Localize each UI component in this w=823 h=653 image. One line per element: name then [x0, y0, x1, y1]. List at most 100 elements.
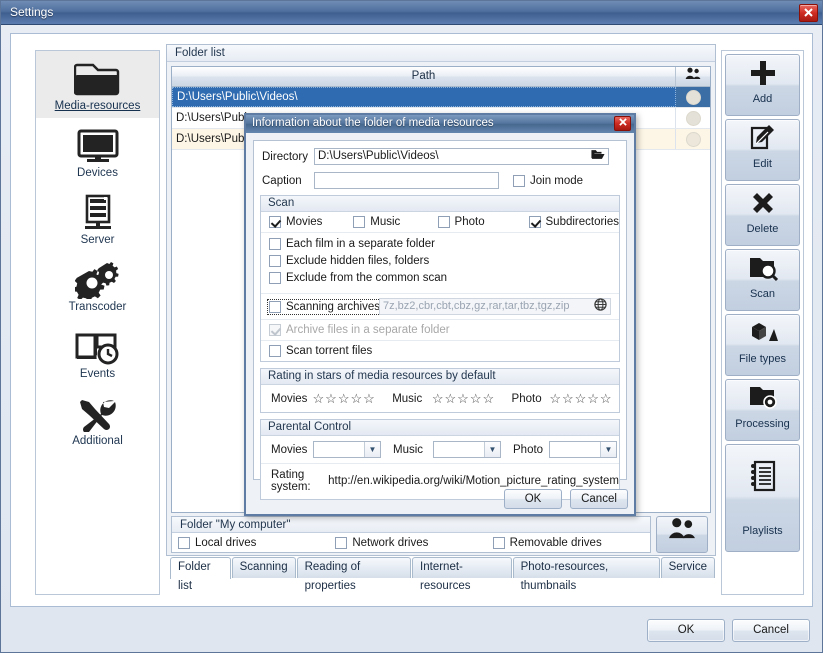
parental-select-music[interactable]: ▼ [433, 441, 501, 458]
tab-photo-resources-thumbnails[interactable]: Photo-resources, thumbnails [512, 557, 660, 592]
scan-group: Scan Movies Music Photo Subdirectories E… [260, 195, 620, 362]
scan-button[interactable]: Scan [725, 249, 800, 311]
table-row[interactable]: D:\Users\Public\Videos\ [172, 87, 710, 108]
tab-scanning[interactable]: Scanning [231, 557, 296, 578]
dialog-ok-button[interactable]: OK [504, 489, 562, 509]
sidebar-item-server[interactable]: Server [36, 185, 159, 252]
rating-stars-photo[interactable]: ☆☆☆☆☆ [545, 390, 619, 407]
rating-stars-movies[interactable]: ☆☆☆☆☆ [308, 390, 383, 407]
drives-row: Local drives Network drives Removable dr… [172, 533, 650, 552]
file-types-button[interactable]: File types [725, 314, 800, 376]
open-folder-icon[interactable] [591, 148, 605, 165]
rating-row: Movies ☆☆☆☆☆ Music ☆☆☆☆☆ Photo ☆☆☆☆☆ [261, 385, 619, 412]
checkbox-movies[interactable]: Movies [269, 216, 353, 228]
parental-caption: Parental Control [261, 420, 619, 436]
my-computer-caption: Folder "My computer" [172, 517, 650, 533]
checkbox-box [269, 238, 281, 250]
window-title: Settings [10, 5, 54, 19]
parental-label-movies: Movies [271, 443, 308, 456]
processing-button[interactable]: Processing [725, 379, 800, 441]
people-icon[interactable] [676, 67, 710, 86]
rating-stars-music[interactable]: ☆☆☆☆☆ [427, 390, 502, 407]
caption-label: Caption [262, 174, 302, 187]
checkbox-removable-drives[interactable]: Removable drives [492, 537, 650, 552]
checkbox-box [269, 345, 281, 357]
checkbox-scanning-archives[interactable]: Scanning archives [267, 298, 381, 315]
tools-icon [36, 394, 159, 434]
column-header-path[interactable]: Path [172, 67, 676, 86]
parental-select-movies[interactable]: ▼ [313, 441, 381, 458]
rating-label-music: Music [392, 392, 423, 405]
rating-label-movies: Movies [271, 392, 308, 405]
sidebar-item-label: Additional [72, 435, 123, 447]
tab-folder-list[interactable]: Folder list [170, 557, 231, 592]
playlists-button[interactable]: Playlists [725, 444, 800, 552]
checkbox-label: Exclude hidden files, folders [286, 255, 430, 267]
add-button[interactable]: Add [725, 54, 800, 116]
tab-service[interactable]: Service [660, 557, 715, 578]
tab-internet-resources[interactable]: Internet-resources [412, 557, 512, 592]
sidebar-item-transcoder[interactable]: Transcoder [36, 252, 159, 319]
checkbox-label: Local drives [195, 537, 257, 549]
sidebar-item-label: Server [80, 234, 115, 246]
parental-control-group: Parental Control Movies ▼ Music ▼ Photo … [260, 419, 620, 500]
edit-button[interactable]: Edit [725, 119, 800, 181]
folder-icon [36, 59, 159, 99]
gears-icon [36, 260, 159, 302]
checkbox-exclude-common-scan[interactable]: Exclude from the common scan [269, 272, 447, 284]
checkbox-scan-torrent-files[interactable]: Scan torrent files [269, 345, 372, 357]
archive-extensions-value: 7z,bz2,cbr,cbt,cbz,gz,rar,tar,tbz,tgz,zi… [383, 300, 570, 312]
checkbox-music[interactable]: Music [353, 216, 437, 228]
playlist-icon [726, 445, 799, 525]
parental-select-photo[interactable]: ▼ [549, 441, 617, 458]
book-clock-icon [36, 327, 159, 367]
rating-system-url[interactable]: http://en.wikipedia.org/wiki/Motion_pict… [328, 475, 619, 487]
row-status-dot[interactable] [676, 108, 710, 128]
button-label: Scan [749, 288, 776, 300]
checkbox-label: Join mode [530, 174, 584, 187]
ok-button[interactable]: OK [647, 619, 725, 642]
tab-reading-of-properties[interactable]: Reading of properties [296, 557, 412, 592]
window-close-button[interactable] [799, 4, 818, 22]
join-mode-checkbox[interactable]: Join mode [513, 174, 584, 187]
caption-row: Caption Join mode [262, 172, 626, 189]
rating-system-label: Rating system: [271, 469, 311, 493]
checkbox-local-drives[interactable]: Local drives [178, 537, 335, 552]
checkbox-subdirectories[interactable]: Subdirectories [528, 216, 619, 228]
sidebar-item-media-resources[interactable]: Media-resources [36, 51, 159, 118]
checkbox-each-film-separate-folder[interactable]: Each film in a separate folder [269, 238, 435, 250]
checkbox-label: Scanning archives [286, 300, 380, 313]
button-label: File types [738, 353, 787, 365]
chevron-down-icon: ▼ [484, 442, 500, 457]
checkbox-photo[interactable]: Photo [437, 216, 529, 228]
dialog-cancel-button[interactable]: Cancel [570, 489, 628, 509]
checkbox-exclude-hidden[interactable]: Exclude hidden files, folders [269, 255, 429, 267]
checkbox-box [269, 255, 281, 267]
pencil-note-icon [726, 120, 799, 158]
dialog-titlebar: Information about the folder of media re… [246, 115, 634, 133]
directory-input[interactable]: D:\Users\Public\Videos\ [314, 148, 609, 165]
row-status-dot[interactable] [676, 87, 710, 107]
directory-label: Directory [262, 150, 309, 163]
sidebar-item-events[interactable]: Events [36, 319, 159, 386]
checkbox-network-drives[interactable]: Network drives [335, 537, 492, 552]
dialog-close-button[interactable] [614, 116, 631, 131]
sidebar-item-additional[interactable]: Additional [36, 386, 159, 453]
archive-extensions-input[interactable]: 7z,bz2,cbr,cbt,cbz,gz,rar,tar,tbz,tgz,zi… [379, 297, 611, 316]
caption-input[interactable] [314, 172, 499, 189]
my-computer-group: Folder "My computer" Local drives Networ… [171, 516, 651, 553]
checkbox-box [528, 216, 541, 228]
scan-options-block: Each film in a separate folder Exclude h… [261, 233, 619, 294]
rating-group: Rating in stars of media resources by de… [260, 368, 620, 413]
cross-icon [726, 185, 799, 223]
delete-button[interactable]: Delete [725, 184, 800, 246]
people-group-button[interactable] [656, 516, 708, 553]
row-status-dot[interactable] [676, 129, 710, 149]
checkbox-box [178, 537, 190, 549]
file-types-icon [726, 315, 799, 353]
cancel-button[interactable]: Cancel [732, 619, 810, 642]
globe-icon[interactable] [594, 297, 607, 316]
sidebar-item-devices[interactable]: Devices [36, 118, 159, 185]
button-label: Delete [746, 223, 779, 235]
checkbox-label: Archive files in a separate folder [286, 324, 450, 336]
